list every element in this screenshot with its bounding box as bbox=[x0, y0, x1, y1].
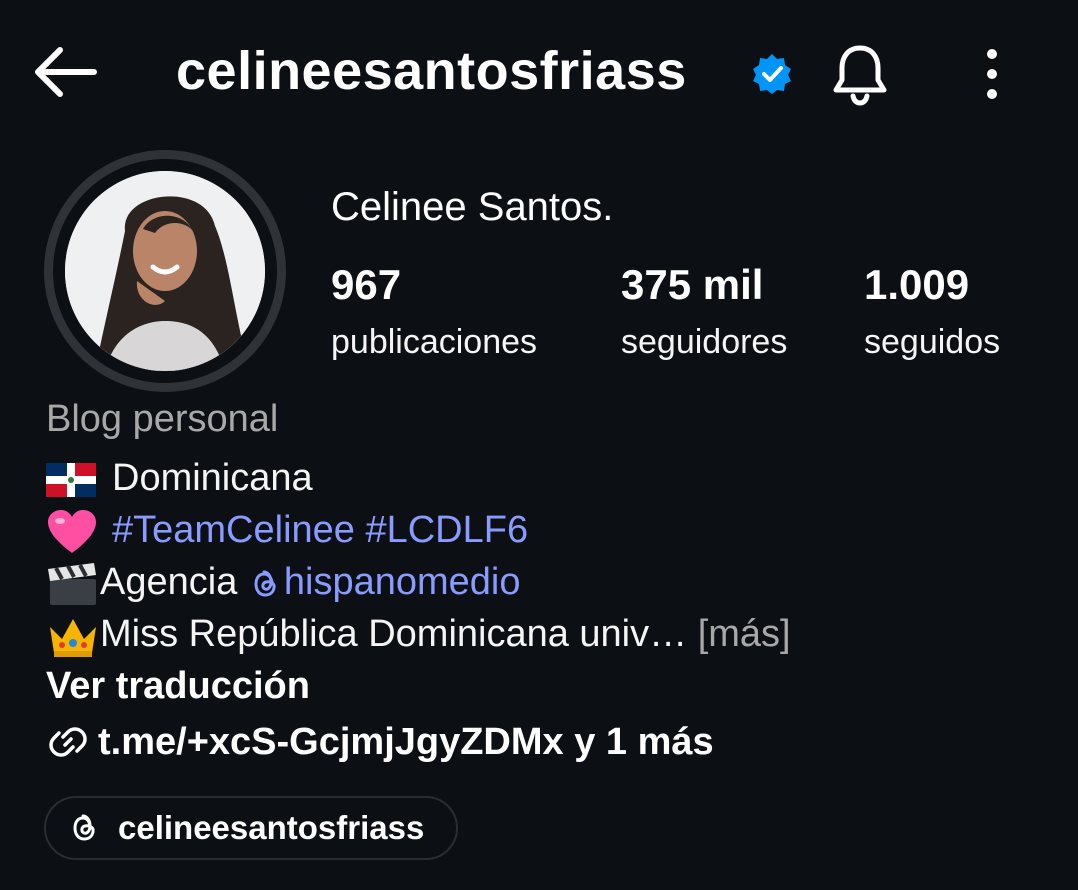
threads-icon bbox=[73, 814, 95, 841]
stat-following[interactable]: 1.009 seguidos bbox=[864, 262, 1000, 372]
stat-label: seguidores bbox=[621, 323, 788, 361]
more-options-button[interactable] bbox=[966, 44, 1018, 104]
dominican-flag-icon bbox=[46, 462, 96, 497]
profile-username-title: celineesantosfriass bbox=[176, 41, 687, 101]
clapperboard-icon bbox=[48, 562, 96, 605]
threads-profile-badge[interactable]: celineesantosfriass bbox=[44, 796, 459, 860]
stat-count: 967 bbox=[331, 261, 402, 308]
verified-badge-icon bbox=[753, 54, 791, 94]
threads-mention-icon bbox=[254, 570, 276, 597]
stat-label: seguidos bbox=[864, 323, 1001, 361]
pink-heart-icon bbox=[48, 509, 96, 553]
profile-link[interactable]: t.me/+xcS-GcjmjJgyZDMx y 1 más bbox=[46, 720, 714, 764]
crown-icon bbox=[50, 618, 96, 657]
bio-line-title: Miss República Dominicana univ… [más] bbox=[46, 611, 791, 659]
bio-more-button[interactable]: [más] bbox=[687, 613, 791, 655]
notifications-button[interactable] bbox=[826, 40, 894, 108]
bio-agency-text: Agencia bbox=[100, 561, 248, 603]
link-icon bbox=[49, 727, 87, 757]
stat-count: 1.009 bbox=[864, 261, 970, 308]
bio-country-text: Dominicana bbox=[112, 457, 313, 499]
display-name: Celinee Santos. bbox=[331, 185, 614, 229]
bio-line-hashtags: #TeamCelinee #LCDLF6 bbox=[46, 507, 528, 555]
bio-line-country: Dominicana bbox=[46, 455, 313, 501]
stat-posts[interactable]: 967 publicaciones bbox=[331, 262, 537, 372]
bio-hashtags-link[interactable]: #TeamCelinee #LCDLF6 bbox=[112, 509, 528, 551]
profile-category: Blog personal bbox=[46, 398, 279, 440]
profile-link-text: t.me/+xcS-GcjmjJgyZDMx y 1 más bbox=[98, 720, 714, 763]
bio-line-agency: Agencia hispanomedio bbox=[46, 559, 521, 607]
top-bar: celineesantosfriass bbox=[0, 0, 1078, 150]
bio-title-text: Miss República Dominicana univ… bbox=[100, 613, 688, 655]
more-vertical-icon bbox=[987, 49, 997, 99]
back-button[interactable] bbox=[30, 40, 102, 104]
see-translation-button[interactable]: Ver traducción bbox=[46, 665, 310, 708]
avatar-photo bbox=[65, 171, 265, 371]
stat-count: 375 mil bbox=[621, 261, 764, 308]
profile-avatar[interactable] bbox=[44, 150, 286, 392]
stat-label: publicaciones bbox=[331, 323, 538, 361]
bio-agency-mention[interactable]: hispanomedio bbox=[248, 561, 521, 603]
stat-followers[interactable]: 375 mil seguidores bbox=[621, 262, 787, 372]
bell-icon bbox=[833, 45, 887, 106]
back-arrow-icon bbox=[35, 47, 97, 97]
threads-handle: celineesantosfriass bbox=[118, 809, 425, 846]
